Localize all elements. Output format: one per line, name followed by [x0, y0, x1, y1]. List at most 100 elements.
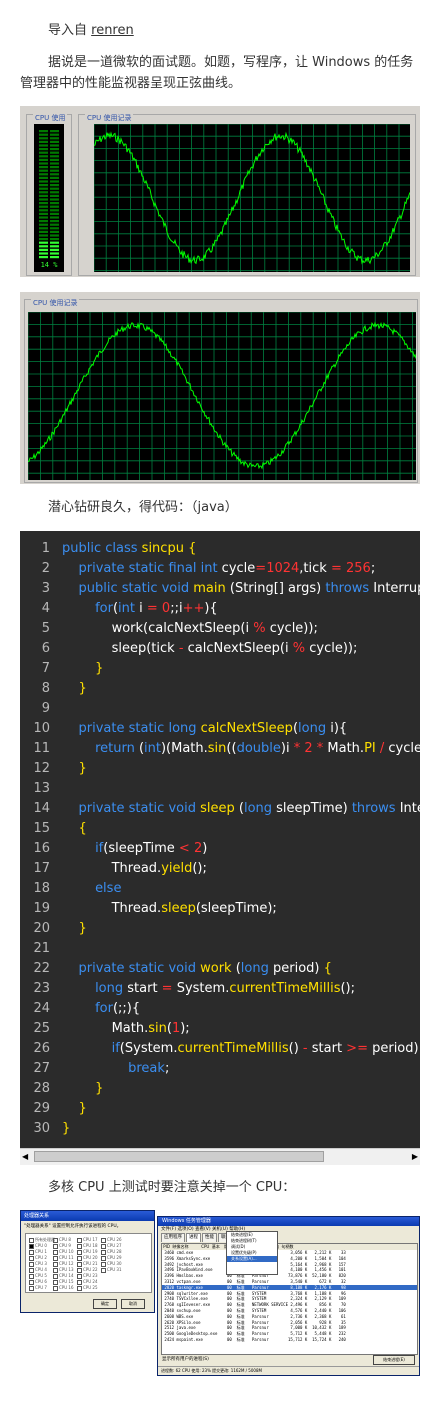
scroll-left-icon[interactable]: ◀	[22, 1152, 28, 1161]
process-row[interactable]: 2500 GoogleDesktop.exe 00 标准 Parsnur 5,7…	[162, 1331, 417, 1337]
code-line: }	[78, 761, 87, 776]
task-manager-menu[interactable]: 文件(F) 选项(O) 查看(V) 关机(U) 帮助(H)	[158, 1226, 419, 1233]
line-number: 29	[33, 1101, 50, 1116]
line-number: 17	[33, 861, 50, 876]
process-row[interactable]: 2820 taskmgr.exe 00 标准 Parsnur 8,188 K 2…	[162, 1284, 417, 1291]
meter-segment	[39, 155, 48, 158]
cpu-checkbox[interactable]: CPU 17	[77, 1237, 98, 1243]
meter-segment	[50, 238, 59, 241]
meter-segment	[50, 223, 59, 226]
cpu-checkbox[interactable]: CPU 9	[53, 1243, 71, 1249]
cpu-checkbox[interactable]: CPU 8	[53, 1237, 71, 1243]
meter-segment	[39, 202, 48, 205]
cpu-checkbox[interactable]: CPU 21	[77, 1261, 98, 1267]
cpu-checkbox[interactable]: CPU 10	[53, 1249, 74, 1255]
code-line: }	[95, 1081, 104, 1096]
meter-segment	[50, 202, 59, 205]
meter-segment	[50, 130, 59, 133]
meter-segment	[39, 205, 48, 208]
code-line: sleep(tick - calcNextSleep(i % cycle));	[62, 641, 358, 656]
cpu-checkbox[interactable]: CPU 24	[77, 1279, 98, 1285]
cpu-checkbox[interactable]: CPU 11	[53, 1255, 74, 1261]
cpu-checkbox[interactable]: CPU 29	[101, 1255, 122, 1261]
meter-segment	[39, 191, 48, 194]
cpu-checkbox[interactable]: CPU 16	[53, 1285, 74, 1291]
code-line: for(int i = 0;;i++){	[95, 601, 218, 616]
cpu-checkbox[interactable]: CPU 31	[101, 1267, 122, 1273]
cpu-checkbox[interactable]: CPU 4	[29, 1267, 47, 1273]
process-row[interactable]: 3312 vctpan.exe 00 标准 Parsnur 3,540 K 67…	[162, 1279, 417, 1285]
process-row[interactable]: 3396 Hmslbas.exe 00 标准 Parsnur 73,876 K …	[162, 1273, 417, 1279]
show-all-users-checkbox[interactable]: 显示所有用户的进程(S)	[162, 1356, 209, 1362]
line-number: 5	[41, 621, 50, 636]
meter-segment	[50, 216, 59, 219]
cpu-checkbox[interactable]: CPU 23	[77, 1273, 98, 1279]
cpu-checkbox[interactable]: CPU 28	[101, 1249, 122, 1255]
cancel-button[interactable]: 取消	[121, 1299, 145, 1309]
affinity-screenshot: 处理器关系 "处理器关系" 设置控制允许执行该进程的 CPU。 所有处理器 CPU…	[20, 1210, 420, 1378]
line-number: 2	[41, 561, 50, 576]
cpu-checkbox[interactable]: CPU 12	[53, 1261, 74, 1267]
process-row[interactable]: 3596 XmarksSync.exe 00 标准 SYSTEM 4,200 K…	[162, 1256, 417, 1262]
code-line: }	[78, 681, 87, 696]
code-line: public static void main (String[] args) …	[78, 581, 420, 596]
processor-affinity-dialog: 处理器关系 "处理器关系" 设置控制允许执行该进程的 CPU。 所有处理器 CPU…	[20, 1210, 155, 1313]
cpu-checkbox[interactable]: CPU 27	[101, 1243, 122, 1249]
code-line: Thread.sleep(sleepTime);	[62, 901, 277, 916]
context-menu-item-affinity[interactable]: 关系设置(A)...	[227, 1256, 277, 1262]
tab-performance[interactable]: 性能	[202, 1233, 217, 1242]
line-number: 24	[33, 1001, 50, 1016]
code-line: private static void sleep (long sleepTim…	[78, 801, 420, 816]
end-process-button[interactable]: 结束进程(E)	[373, 1355, 415, 1365]
meter-segment	[39, 248, 48, 251]
cpu-meter-bars	[39, 130, 59, 259]
process-row[interactable]: 2608 WBS.exe 00 标准 Parsnur 2,736 K 2,368…	[162, 1314, 417, 1320]
cpu-checkbox[interactable]: CPU 26	[101, 1237, 122, 1243]
code-horizontal-scrollbar[interactable]: ◀ ▶	[20, 1148, 420, 1165]
cpu-checkbox[interactable]: CPU 13	[53, 1267, 74, 1273]
cpu-checkbox[interactable]: CPU 15	[53, 1279, 74, 1285]
cpu-checkbox[interactable]: CPU 7	[29, 1285, 47, 1291]
line-number: 3	[41, 581, 50, 596]
line-number: 28	[33, 1081, 50, 1096]
task-manager-title: Windows 任务管理器	[158, 1217, 419, 1226]
meter-segment	[50, 209, 59, 212]
cpu-checkbox[interactable]: CPU 30	[101, 1261, 122, 1267]
cpu-checkbox[interactable]: CPU 6	[29, 1279, 47, 1285]
code-line: long start = System.currentTimeMillis();	[95, 981, 356, 996]
scrollbar-thumb[interactable]	[34, 1151, 324, 1162]
cpu-checkbox[interactable]: CPU 0	[29, 1243, 47, 1249]
source-link[interactable]: renren	[91, 23, 134, 38]
code-line: }	[95, 661, 104, 676]
tab-processes[interactable]: 进程	[186, 1233, 201, 1242]
process-row[interactable]: 2424 mspaint.exe 00 标准 Parsnur 15,712 K …	[162, 1337, 417, 1343]
process-row[interactable]: 2040 svchup.exe 00 标准 SYSTEM 4,576 K 2,4…	[162, 1308, 417, 1314]
scroll-right-icon[interactable]: ▶	[412, 1152, 418, 1161]
cpu-checkbox[interactable]: CPU 5	[29, 1273, 47, 1279]
process-row[interactable]: 3460 cmd.exe 00 标准 Parsnur 3,056 K 2,212…	[162, 1250, 417, 1256]
cpu-percent: 14 %	[40, 261, 58, 269]
cpu-checkbox[interactable]: CPU 14	[53, 1273, 74, 1279]
cpu-checkbox[interactable]: CPU 19	[77, 1249, 98, 1255]
cpu-checkbox[interactable]: CPU 18	[77, 1243, 98, 1249]
cpu-checkbox[interactable]: CPU 20	[77, 1255, 98, 1261]
code-line: if(sleepTime < 2)	[95, 841, 208, 856]
meter-segment	[39, 187, 48, 190]
process-row[interactable]: 2768 sgIIeveser.exe 00 标准 NETWORK SERVIC…	[162, 1302, 417, 1308]
cpu-checkbox[interactable]: CPU 25	[77, 1285, 98, 1291]
cpu-checkbox[interactable]: CPU 3	[29, 1261, 47, 1267]
meter-segment	[50, 158, 59, 161]
ok-button[interactable]: 确定	[93, 1299, 117, 1309]
cpu-checkbox[interactable]: CPU 2	[29, 1255, 47, 1261]
line-number: 19	[33, 901, 50, 916]
meter-segment	[50, 137, 59, 140]
meter-segment	[39, 209, 48, 212]
meter-segment	[39, 212, 48, 215]
code-line: if(System.currentTimeMillis() - start >=…	[111, 1041, 419, 1056]
cpu-checkbox[interactable]: CPU 1	[29, 1249, 47, 1255]
process-list-header[interactable]: PID 映像名称 CPU 基本 用户名 内存使用 虚拟内 句柄数	[162, 1244, 417, 1250]
tab-applications[interactable]: 应用程序	[161, 1233, 185, 1242]
cpu-checkbox[interactable]: CPU 22	[77, 1267, 98, 1273]
code-line: else	[95, 881, 122, 896]
meter-segment	[39, 198, 48, 201]
